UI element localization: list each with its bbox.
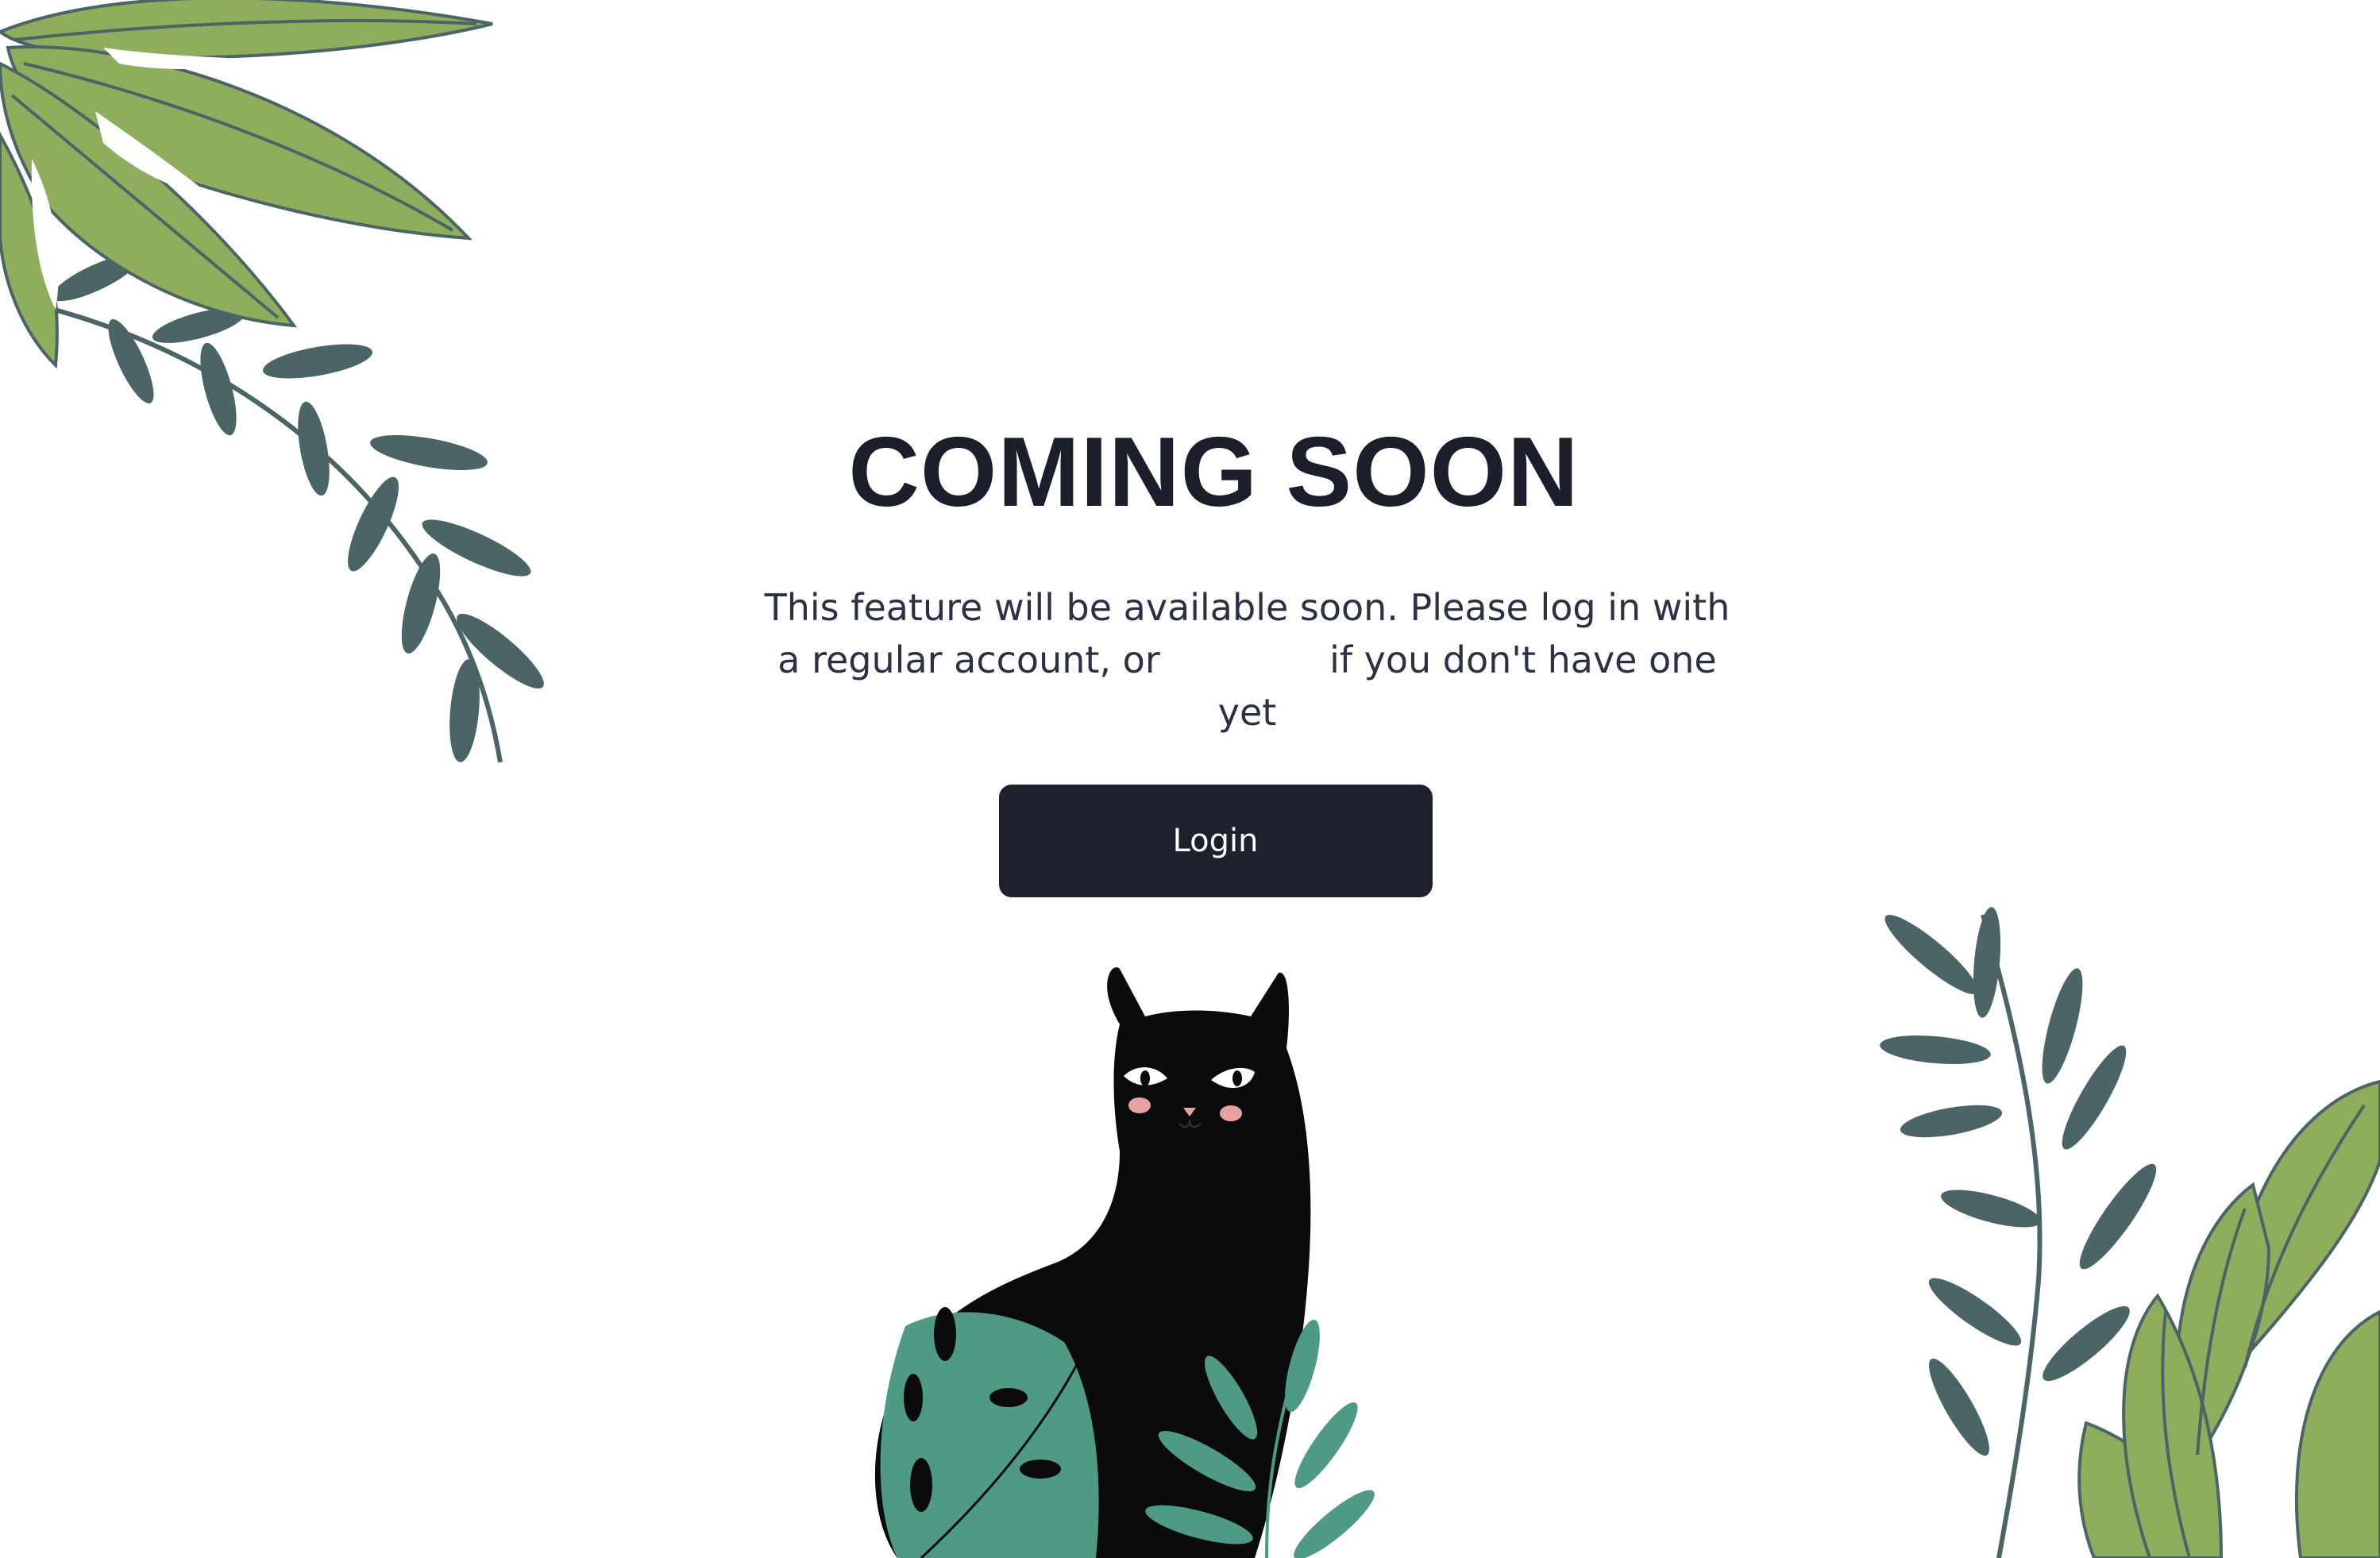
sign-up-link[interactable]: sign up — [1171, 638, 1317, 681]
coming-soon-panel: COMING SOON This feature will be availab… — [0, 413, 2380, 897]
cat-illustration — [874, 967, 1375, 1558]
feature-unavailable-message: This feature will be available soon. Ple… — [755, 581, 1740, 739]
page-title: COMING SOON — [848, 418, 1580, 527]
login-button[interactable]: Login — [998, 785, 1433, 897]
bottom-right-foliage-illustration — [1880, 907, 2380, 1558]
